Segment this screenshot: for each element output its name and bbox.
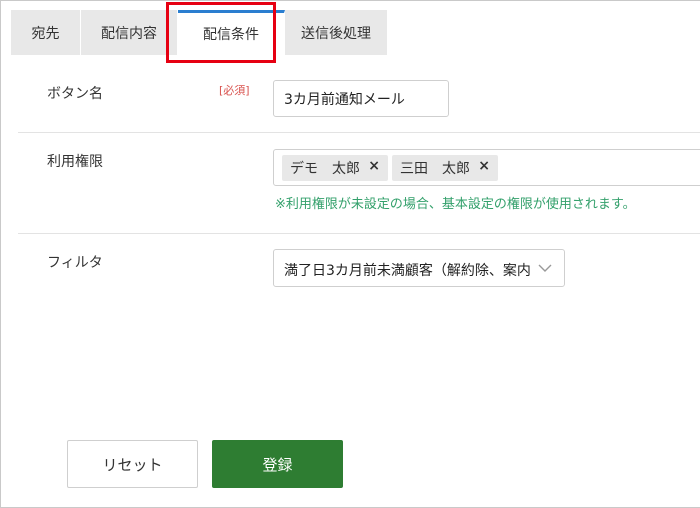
required-badge: [必須]: [219, 84, 250, 97]
permission-tag-input[interactable]: デモ 太郎 × 三田 太郎 ×: [273, 149, 700, 186]
tab-content[interactable]: 配信内容: [81, 10, 178, 55]
button-name-label: ボタン名: [47, 86, 103, 102]
chevron-down-icon: [538, 264, 552, 272]
tab-post-send[interactable]: 送信後処理: [285, 10, 388, 55]
tab-destination[interactable]: 宛先: [11, 10, 81, 55]
button-name-input[interactable]: 3カ月前通知メール: [273, 80, 449, 117]
remove-tag-icon[interactable]: ×: [478, 158, 490, 174]
permission-tag: 三田 太郎 ×: [392, 155, 498, 181]
filter-select[interactable]: 満了日3カ月前未満顧客（解約除、案内: [273, 249, 565, 287]
tab-conditions[interactable]: 配信条件: [178, 10, 285, 55]
divider: [18, 233, 700, 234]
remove-tag-icon[interactable]: ×: [368, 158, 380, 174]
permission-tag-label: 三田 太郎: [400, 161, 470, 177]
permission-tag-label: デモ 太郎: [290, 161, 360, 177]
divider: [18, 132, 700, 133]
permission-note: ※利用権限が未設定の場合、基本設定の権限が使用されます。: [275, 197, 636, 212]
submit-button[interactable]: 登録: [212, 440, 343, 488]
filter-selected-value: 満了日3カ月前未満顧客（解約除、案内: [284, 263, 530, 279]
permission-label: 利用権限: [47, 154, 103, 170]
filter-label: フィルタ: [47, 255, 103, 271]
tab-bar: 宛先 配信内容 配信条件 送信後処理: [11, 10, 388, 55]
permission-tag: デモ 太郎 ×: [282, 155, 388, 181]
reset-button[interactable]: リセット: [67, 440, 198, 488]
button-name-value: 3カ月前通知メール: [284, 91, 405, 108]
